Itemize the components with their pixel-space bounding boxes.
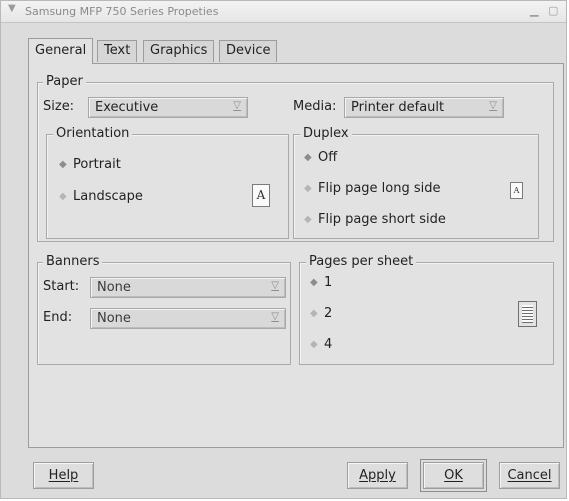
duplex-preview-icon: A bbox=[510, 182, 523, 199]
banners-group-title: Banners bbox=[43, 254, 103, 270]
help-button[interactable]: Help bbox=[33, 462, 94, 489]
tab-text[interactable]: Text bbox=[97, 40, 138, 62]
apply-button[interactable]: Apply bbox=[347, 462, 408, 489]
paper-group: Paper Size: Executive ▽ Media: Printer d… bbox=[37, 74, 554, 242]
cancel-button-label: Cancel bbox=[507, 468, 552, 483]
media-label: Media: bbox=[293, 99, 337, 114]
banner-start-dropdown[interactable]: None ▽ bbox=[90, 277, 286, 298]
duplex-group-title: Duplex bbox=[300, 126, 352, 142]
dropdown-arrow-icon: ▽ bbox=[233, 100, 241, 111]
pages-per-sheet-1-label: 1 bbox=[324, 275, 333, 290]
landscape-label: Landscape bbox=[73, 189, 143, 204]
radio-unselected-icon: ◆ bbox=[310, 308, 318, 319]
window-title: Samsung MFP 750 Series Propeties bbox=[25, 5, 219, 18]
banner-start-value: None bbox=[97, 280, 131, 295]
banner-end-dropdown[interactable]: None ▽ bbox=[90, 308, 286, 329]
pages-per-sheet-2-label: 2 bbox=[324, 306, 333, 321]
dropdown-arrow-icon: ▽ bbox=[271, 311, 279, 322]
ok-button[interactable]: OK bbox=[420, 459, 487, 492]
portrait-radio[interactable]: ◆ Portrait bbox=[59, 157, 121, 172]
tab-graphics[interactable]: Graphics bbox=[143, 40, 215, 62]
pages-per-sheet-2-radio[interactable]: ◆ 2 bbox=[310, 306, 332, 321]
flip-long-side-label: Flip page long side bbox=[318, 181, 441, 196]
media-dropdown[interactable]: Printer default ▽ bbox=[344, 97, 504, 118]
chevron-down-icon[interactable]: ▼ bbox=[8, 3, 16, 14]
duplex-off-label: Off bbox=[318, 150, 338, 165]
banner-end-value: None bbox=[97, 311, 131, 326]
radio-selected-icon: ◆ bbox=[310, 277, 318, 288]
radio-unselected-icon: ◆ bbox=[310, 339, 318, 350]
radio-selected-icon: ◆ bbox=[304, 152, 312, 163]
help-button-label: Help bbox=[48, 468, 79, 483]
banners-group: Banners Start: None ▽ End: None ▽ bbox=[37, 254, 291, 365]
general-tab-panel: Paper Size: Executive ▽ Media: Printer d… bbox=[28, 63, 564, 448]
size-label: Size: bbox=[43, 99, 75, 114]
duplex-off-radio[interactable]: ◆ Off bbox=[304, 150, 337, 165]
pages-per-sheet-group-title: Pages per sheet bbox=[306, 254, 417, 270]
apply-button-label: Apply bbox=[359, 468, 396, 483]
radio-unselected-icon: ◆ bbox=[59, 191, 67, 202]
media-value: Printer default bbox=[351, 100, 445, 115]
portrait-label: Portrait bbox=[73, 157, 121, 172]
pages-per-sheet-4-label: 4 bbox=[324, 337, 333, 352]
banner-start-label: Start: bbox=[43, 279, 80, 294]
dropdown-arrow-icon: ▽ bbox=[271, 280, 279, 291]
orientation-group: Orientation ◆ Portrait ◆ Landscape A bbox=[46, 126, 289, 239]
title-bar: ▼ Samsung MFP 750 Series Propeties ▁ ▢ bbox=[1, 1, 566, 23]
dropdown-arrow-icon: ▽ bbox=[489, 100, 497, 111]
orientation-group-title: Orientation bbox=[53, 126, 133, 142]
minimize-icon[interactable]: ▁ bbox=[530, 4, 538, 17]
cancel-button[interactable]: Cancel bbox=[499, 462, 560, 489]
tab-general[interactable]: General bbox=[28, 38, 94, 64]
duplex-group: Duplex ◆ Off ◆ Flip page long side ◆ Flip p… bbox=[293, 126, 539, 239]
size-value: Executive bbox=[95, 100, 159, 115]
flip-short-side-label: Flip page short side bbox=[318, 212, 446, 227]
flip-short-side-radio[interactable]: ◆ Flip page short side bbox=[304, 212, 446, 227]
radio-selected-icon: ◆ bbox=[59, 159, 67, 170]
paper-group-title: Paper bbox=[43, 74, 86, 90]
print-properties-dialog: ▼ Samsung MFP 750 Series Propeties ▁ ▢ G… bbox=[0, 0, 567, 499]
orientation-preview-icon: A bbox=[252, 184, 270, 207]
pages-per-sheet-4-radio[interactable]: ◆ 4 bbox=[310, 337, 332, 352]
banner-end-label: End: bbox=[43, 310, 73, 325]
landscape-radio[interactable]: ◆ Landscape bbox=[59, 189, 143, 204]
ok-button-label: OK bbox=[444, 468, 463, 483]
pages-per-sheet-1-radio[interactable]: ◆ 1 bbox=[310, 275, 332, 290]
size-dropdown[interactable]: Executive ▽ bbox=[88, 97, 248, 118]
tab-device[interactable]: Device bbox=[219, 40, 278, 62]
flip-long-side-radio[interactable]: ◆ Flip page long side bbox=[304, 181, 441, 196]
radio-unselected-icon: ◆ bbox=[304, 183, 312, 194]
maximize-icon[interactable]: ▢ bbox=[548, 4, 558, 17]
pages-per-sheet-group: Pages per sheet ◆ 1 ◆ 2 ◆ 4 bbox=[299, 254, 554, 365]
page-layout-preview-icon bbox=[518, 301, 537, 327]
radio-unselected-icon: ◆ bbox=[304, 214, 312, 225]
